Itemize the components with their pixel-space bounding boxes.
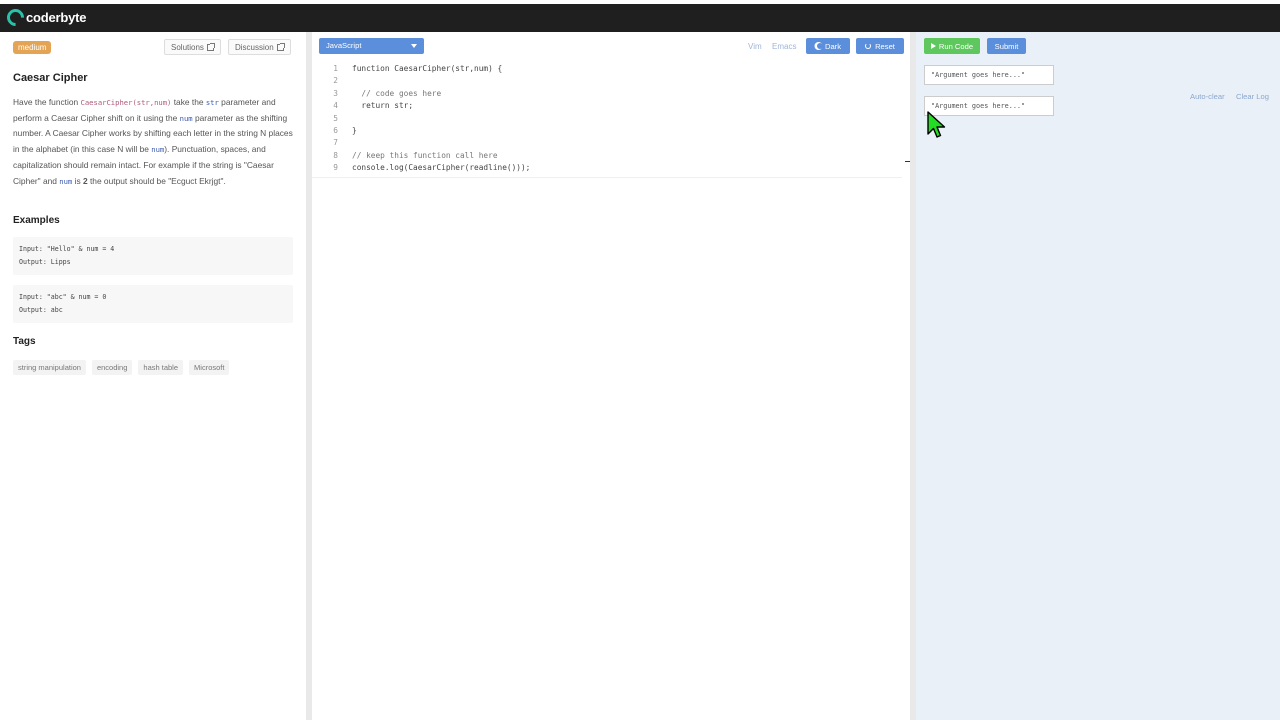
language-select[interactable]: JavaScript [319,38,424,54]
run-label: Run Code [938,41,974,51]
submit-button[interactable]: Submit [987,38,1026,54]
tag-list: string manipulation encoding hash table … [13,360,230,375]
line-text: function CaesarCipher(str,num) { [352,64,503,73]
example-output: Output: Lipps [19,258,71,266]
tag[interactable]: hash table [138,360,184,375]
solutions-label: Solutions [171,42,204,52]
inline-code: CaesarCipher(str,num) [80,98,172,107]
code-line[interactable]: 1 function CaesarCipher(str,num) { [312,64,910,76]
tag[interactable]: Microsoft [189,360,230,375]
dark-label: Dark [824,41,842,51]
line-number: 1 [333,64,338,73]
dark-theme-button[interactable]: Dark [806,38,850,54]
clear-log-button[interactable]: Clear Log [1236,92,1269,101]
example-output: Output: abc [19,306,63,314]
emacs-mode-link[interactable]: Emacs [772,42,796,51]
line-text: } [352,125,357,135]
problem-title: Caesar Cipher [13,72,88,84]
line-number: 8 [333,150,338,160]
run-code-button[interactable]: Run Code [924,38,980,54]
tag[interactable]: string manipulation [13,360,86,375]
problem-panel: medium Solutions Discussion Caesar Ciphe… [0,32,306,720]
line-number: 5 [333,113,338,123]
difficulty-badge: medium [13,41,52,54]
example-block: Input: "Hello" & num = 4 Output: Lipps [13,237,293,275]
top-bar: coderbyte [0,0,1280,32]
active-line-highlight [312,165,902,178]
code-line[interactable]: 4 return str; [312,101,910,113]
discussion-label: Discussion [235,42,274,52]
vim-mode-link[interactable]: Vim [748,42,762,51]
inline-code: num [59,176,73,186]
coderbyte-logo[interactable]: coderbyte [3,5,87,30]
play-icon [930,43,936,49]
tags-heading: Tags [13,336,36,347]
chevron-down-icon [411,44,417,48]
argument-input[interactable]: "Argument goes here..." [924,65,1054,85]
moon-icon [817,43,823,49]
logo-text: coderbyte [26,10,87,25]
line-text: // keep this function call here [352,150,498,160]
external-link-icon [206,42,215,51]
inline-code: num [179,113,193,123]
reset-button[interactable]: Reset [856,38,904,54]
line-text: // code goes here [352,88,442,98]
mouse-pointer-icon [927,111,946,138]
inline-code: num [151,145,165,155]
code-line[interactable]: 7 [312,138,910,150]
code-line[interactable]: 8 // keep this function call here [312,151,910,163]
discussion-button[interactable]: Discussion [228,39,291,55]
auto-clear-toggle[interactable]: Auto-clear [1190,92,1225,101]
line-text: return str; [352,101,414,111]
tag[interactable]: encoding [91,360,133,375]
examples-heading: Examples [13,215,60,226]
reset-icon [865,43,872,49]
example-input: Input: "abc" & num = 0 [19,293,107,301]
inline-code: str [205,98,219,107]
line-number: 3 [333,88,338,98]
code-area[interactable]: 1 function CaesarCipher(str,num) { 2 3 //… [312,64,910,176]
reset-label: Reset [875,41,895,51]
code-line[interactable]: 5 [312,114,910,126]
external-link-icon [276,42,285,51]
line-number: 4 [333,101,338,111]
code-editor-panel: JavaScript Vim Emacs Dark Reset 1 functio… [312,32,913,720]
example-block: Input: "abc" & num = 0 Output: abc [13,285,293,323]
solutions-button[interactable]: Solutions [164,39,221,55]
line-number: 2 [333,76,338,86]
code-line[interactable]: 2 [312,76,910,88]
code-line[interactable]: 6} [312,126,910,138]
coderbyte-logo-icon [3,5,28,30]
code-line[interactable]: 3 // code goes here [312,89,910,101]
language-value: JavaScript [326,41,362,50]
problem-description: Have the function CaesarCipher(str,num) … [13,97,293,186]
line-number: 6 [333,125,338,135]
line-number: 7 [333,138,338,148]
run-panel: Run Code Submit "Argument goes here..." … [916,32,1280,720]
example-input: Input: "Hello" & num = 4 [19,245,115,253]
